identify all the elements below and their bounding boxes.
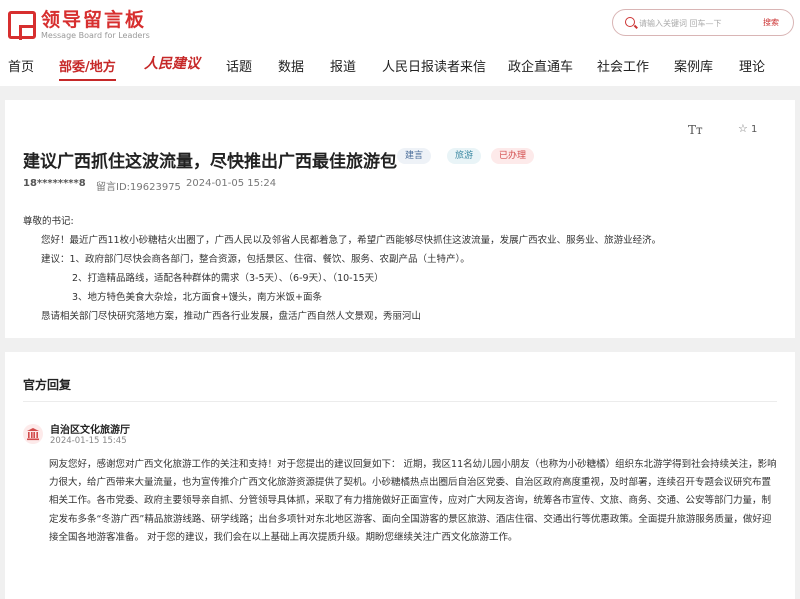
government-building-icon <box>23 424 43 444</box>
main-nav: 首页 部委/地方 人民建议 话题 数据 报道 人民日报读者来信 政企直通车 社会… <box>0 52 800 81</box>
site-logo[interactable]: 领导留言板 Message Board for Leaders <box>8 9 150 40</box>
nav-item-reports[interactable]: 报道 <box>330 56 356 75</box>
logo-title: 领导留言板 <box>41 9 147 31</box>
body-line: 尊敬的书记: <box>23 216 74 227</box>
nav-item-ministries[interactable]: 部委/地方 <box>59 56 116 81</box>
search-button[interactable]: 搜索 <box>763 17 779 28</box>
nav-item-case-library[interactable]: 案例库 <box>674 56 713 75</box>
body-line: 建议：1、政府部门尽快会商各部门，整合资源，包括景区、住宿、餐饮、服务、农副产品… <box>41 254 470 265</box>
suggestion-card: Tт ☆ 1 建议广西抓住这波流量，尽快推出广西最佳旅游包 建言 旅游 已办理 … <box>5 100 795 338</box>
suggestion-title: 建议广西抓住这波流量，尽快推出广西最佳旅游包 <box>23 152 397 172</box>
body-line: 您好！最近广西11枚小砂糖桔火出圈了，广西人民以及邻省人民都着急了，希望广西能够… <box>41 235 662 246</box>
divider <box>23 401 777 402</box>
top-header: 领导留言板 Message Board for Leaders 搜索 首页 部委… <box>0 0 800 86</box>
body-line: 恳请相关部门尽快研究落地方案，推动广西各行业发展，盘活广西自然人文景观，秀丽河山 <box>41 311 422 322</box>
search-input[interactable] <box>639 14 749 32</box>
logo-mark-icon <box>8 10 36 40</box>
font-size-icon[interactable]: Tт <box>688 123 703 137</box>
reply-date: 2024-01-15 15:45 <box>50 436 127 446</box>
official-reply-card: 官方回复 自治区文化旅游厅 2024-01-15 15:45 网友您好，感谢您对… <box>5 352 795 599</box>
message-date: 2024-01-05 15:24 <box>186 178 277 189</box>
star-icon[interactable]: ☆ <box>738 122 748 135</box>
nav-item-people-suggestions[interactable]: 人民建议 <box>144 53 200 73</box>
author-id: 18********8 <box>23 178 86 189</box>
nav-item-theory[interactable]: 理论 <box>739 56 765 75</box>
star-count: 1 <box>751 124 758 135</box>
body-line: 2、打造精品路线，适配各种群体的需求（3-5天）、（6-9天）、（10-15天） <box>72 273 384 284</box>
nav-item-data[interactable]: 数据 <box>278 56 304 75</box>
message-id: 留言ID:19623975 <box>96 182 181 193</box>
tag-tourism: 旅游 <box>447 148 482 164</box>
reply-heading: 官方回复 <box>23 378 72 392</box>
nav-item-topics[interactable]: 话题 <box>226 56 252 75</box>
status-badge: 已办理 <box>491 148 535 164</box>
search-icon <box>625 17 635 27</box>
nav-item-home[interactable]: 首页 <box>8 56 34 75</box>
logo-text: 领导留言板 Message Board for Leaders <box>41 9 150 40</box>
nav-item-social-work[interactable]: 社会工作 <box>597 56 649 75</box>
suggestion-body: 尊敬的书记: 您好！最近广西11枚小砂糖桔火出圈了，广西人民以及邻省人民都着急了… <box>23 212 763 326</box>
reply-body: 网友您好，感谢您对广西文化旅游工作的关注和支持！对于您提出的建议回复如下： 近期… <box>49 459 777 543</box>
body-line: 3、地方特色美食大杂烩，北方面食+馒头，南方米饭+面条 <box>72 292 322 303</box>
nav-item-gov-business[interactable]: 政企直通车 <box>508 56 573 75</box>
tag-advice: 建言 <box>397 148 432 164</box>
reply-org-name: 自治区文化旅游厅 <box>50 425 130 436</box>
logo-subtitle: Message Board for Leaders <box>41 31 150 40</box>
nav-item-reader-letters[interactable]: 人民日报读者来信 <box>382 56 486 75</box>
